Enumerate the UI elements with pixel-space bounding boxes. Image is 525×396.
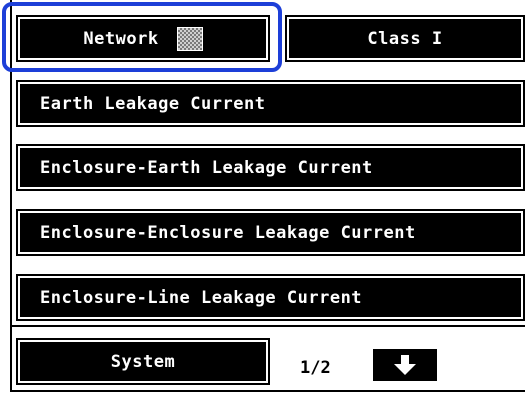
- menu-item-label: Enclosure-Earth Leakage Current: [40, 157, 373, 178]
- next-page-button[interactable]: [371, 347, 439, 383]
- menu-item-enclosure-earth-leakage[interactable]: Enclosure-Earth Leakage Current: [16, 144, 525, 191]
- menu-item-earth-leakage[interactable]: Earth Leakage Current: [16, 80, 525, 127]
- menu-item-enclosure-enclosure-leakage[interactable]: Enclosure-Enclosure Leakage Current: [16, 209, 525, 256]
- system-button[interactable]: System: [16, 338, 270, 385]
- class-button-label: Class I: [367, 28, 443, 49]
- menu-item-label: Enclosure-Line Leakage Current: [40, 287, 363, 308]
- menu-item-label: Enclosure-Enclosure Leakage Current: [40, 222, 416, 243]
- arrow-down-icon: [394, 355, 416, 375]
- class-button[interactable]: Class I: [285, 15, 525, 62]
- menu-item-label: Earth Leakage Current: [40, 93, 266, 114]
- selection-highlight: [2, 2, 282, 72]
- page-indicator: 1/2: [300, 358, 331, 378]
- footer-divider: [10, 325, 525, 327]
- menu-item-enclosure-line-leakage[interactable]: Enclosure-Line Leakage Current: [16, 274, 525, 321]
- system-button-label: System: [110, 351, 176, 372]
